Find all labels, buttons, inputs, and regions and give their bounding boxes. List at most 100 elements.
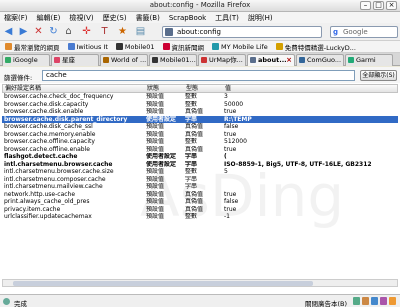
addon-icon[interactable] — [380, 297, 387, 305]
table-row[interactable]: intl.charsetmenu.browser.cache.size 預設值 整數… — [2, 168, 398, 176]
pref-status: 使用者設定 — [146, 153, 177, 160]
tab-favicon-icon — [201, 57, 207, 63]
table-row[interactable]: intl.charsetmenu.composer.cache 預設值 字串 — [2, 176, 398, 184]
bookmark-item[interactable]: 免費特價精選-LuckyD... — [273, 42, 359, 52]
forward-icon[interactable]: ▶ — [17, 25, 30, 38]
table-row[interactable]: privacy.item.cache 預設值 真偽值 true — [2, 206, 398, 214]
table-row[interactable]: browser.cache.disk.enable 預設值 真偽值 true — [2, 108, 398, 116]
tab[interactable]: about... × — [247, 54, 295, 66]
pref-value: 5 — [224, 168, 228, 175]
table-row[interactable]: intl.charsetmenu.mailview.cache 預設值 字串 — [2, 183, 398, 191]
url-bar[interactable]: about:config — [162, 26, 322, 38]
text-icon[interactable]: T — [98, 25, 111, 38]
horizontal-scrollbar[interactable] — [2, 279, 398, 287]
tab[interactable]: World of ... — [100, 54, 148, 66]
tab[interactable]: Garmi — [345, 54, 393, 66]
addon-icon[interactable] — [371, 297, 378, 305]
table-row[interactable]: browser.cache.memory.enable 預設值 真偽值 true — [2, 131, 398, 139]
table-row[interactable]: flashgot.detect.cache 使用者設定 字串 ( — [2, 153, 398, 161]
table-row[interactable]: browser.cache.disk.parent_directory 使用者設定… — [2, 115, 398, 123]
tab[interactable]: Mobile01... — [149, 54, 197, 66]
reload-icon[interactable]: ↻ — [47, 25, 60, 38]
back-icon[interactable]: ◀ — [2, 25, 15, 38]
table-row[interactable]: print.always_cache_old_pres 預設值 真偽值 false — [2, 198, 398, 206]
tab[interactable]: iGoogle — [2, 54, 50, 66]
table-row[interactable]: browser.cache.disk_cache_ssl 預設值 真偽值 false — [2, 123, 398, 131]
minimize-button[interactable]: – — [360, 1, 371, 10]
column-type-header[interactable]: 型態 — [186, 85, 224, 93]
tab[interactable]: ComGuo... — [296, 54, 344, 66]
tab-label: 星座 — [62, 56, 75, 64]
bookmark-favicon-icon — [275, 43, 283, 50]
status-icon — [3, 298, 10, 305]
menu-item[interactable]: 說明(H) — [248, 13, 273, 23]
bookmark-icon[interactable]: ★ — [116, 25, 129, 38]
show-all-button[interactable]: 全部顯示(S) — [360, 70, 397, 81]
table-row[interactable]: intl.charsetmenu.browser.cache 使用者設定 字串 ISO… — [2, 161, 398, 169]
pref-status: 預設值 — [146, 123, 165, 130]
pref-type: 整數 — [185, 93, 198, 100]
pref-value: 50000 — [224, 100, 244, 108]
add-icon[interactable]: ✛ — [80, 25, 93, 38]
table-row[interactable]: urlclassifier.updatecachemax 預設值 整數 -1 — [2, 213, 398, 221]
bookmark-item[interactable]: Iwitious It — [65, 43, 111, 51]
tab-favicon-icon — [54, 57, 60, 63]
table-row[interactable]: browser.cache.disk.capacity 預設值 整數 50000 — [2, 101, 398, 109]
pref-status: 預設值 — [146, 183, 165, 190]
close-button[interactable]: × — [386, 1, 397, 10]
stop-icon[interactable]: ✕ — [32, 25, 45, 38]
table-row[interactable]: network.http.use-cache 預設值 真偽值 true — [2, 191, 398, 199]
bookmark-item[interactable]: 最常瀏覽的網頁 — [2, 42, 63, 52]
menu-item[interactable]: 檢視(V) — [69, 13, 93, 23]
pref-type: 字串 — [185, 160, 198, 168]
menu-item[interactable]: 工具(T) — [215, 13, 239, 23]
title-bar: about:config - Mozilla Firefox – □ × — [0, 0, 400, 12]
scrollbar-thumb[interactable] — [13, 281, 313, 286]
filter-input[interactable]: cache — [42, 70, 355, 81]
tab[interactable]: UrMap你... — [198, 54, 246, 66]
page-icon[interactable]: ▤ — [134, 25, 147, 38]
pref-value: true — [224, 108, 237, 115]
bookmark-label: Iwitious It — [76, 42, 108, 51]
bookmark-item[interactable]: MY Mobile Life — [209, 43, 271, 51]
pref-status: 使用者設定 — [146, 115, 177, 123]
pref-name: intl.charsetmenu.composer.cache — [4, 175, 106, 183]
tab-label: Garmi — [356, 56, 376, 64]
search-input[interactable]: g Google — [330, 26, 398, 38]
addon-icon[interactable] — [353, 297, 360, 305]
menu-item[interactable]: 書籤(B) — [136, 13, 160, 23]
tab[interactable]: 星座 — [51, 54, 99, 66]
maximize-button[interactable]: □ — [373, 1, 384, 10]
column-value-header[interactable]: 值 — [225, 85, 397, 93]
menu-item[interactable]: ScrapBook — [169, 14, 206, 22]
addon-icon[interactable] — [389, 297, 396, 305]
tab-bar: iGoogle 星座 World of ... Mobile01... UrMap你..… — [0, 53, 400, 66]
pref-name: browser.cache.disk.capacity — [4, 100, 89, 108]
column-status-header[interactable]: 狀態 — [147, 85, 183, 93]
pref-type: 整數 — [185, 138, 198, 145]
pref-name: browser.cache.disk_cache_ssl — [4, 123, 93, 130]
pref-status: 預設值 — [146, 130, 165, 138]
addon-icon[interactable] — [362, 297, 369, 305]
menu-item[interactable]: 檔案(F) — [4, 13, 28, 23]
home-icon[interactable]: ⌂ — [62, 25, 75, 38]
table-row[interactable]: browser.cache.offline.capacity 預設值 整數 51200… — [2, 138, 398, 146]
filter-label: 篩選條件: — [4, 74, 33, 82]
pref-status: 預設值 — [146, 205, 165, 213]
tab-label: UrMap你... — [209, 56, 243, 64]
column-name-header[interactable]: 偏好設定名稱 — [5, 85, 145, 93]
menu-item[interactable]: 歷史(S) — [103, 13, 127, 23]
tab-favicon-icon — [299, 57, 305, 63]
pref-name: network.http.use-cache — [4, 190, 76, 198]
table-row[interactable]: browser.cache.offline.enable 預設值 真偽值 true — [2, 146, 398, 154]
tab-favicon-icon — [103, 57, 109, 63]
bookmark-item[interactable]: 資訊新聞網 — [160, 42, 208, 52]
table-row[interactable]: browser.cache.check_doc_frequency 預設值 整數 3 — [2, 93, 398, 101]
bookmark-label: 資訊新聞網 — [171, 43, 205, 52]
pref-name: flashgot.detect.cache — [4, 153, 78, 160]
menu-item[interactable]: 編輯(E) — [37, 13, 61, 23]
close-tab-icon[interactable]: × — [286, 55, 292, 65]
bookmark-item[interactable]: Mobile01 — [113, 43, 158, 51]
status-right-text[interactable]: 關閉廣告本(B) — [305, 298, 347, 307]
pref-value: true — [224, 190, 237, 198]
